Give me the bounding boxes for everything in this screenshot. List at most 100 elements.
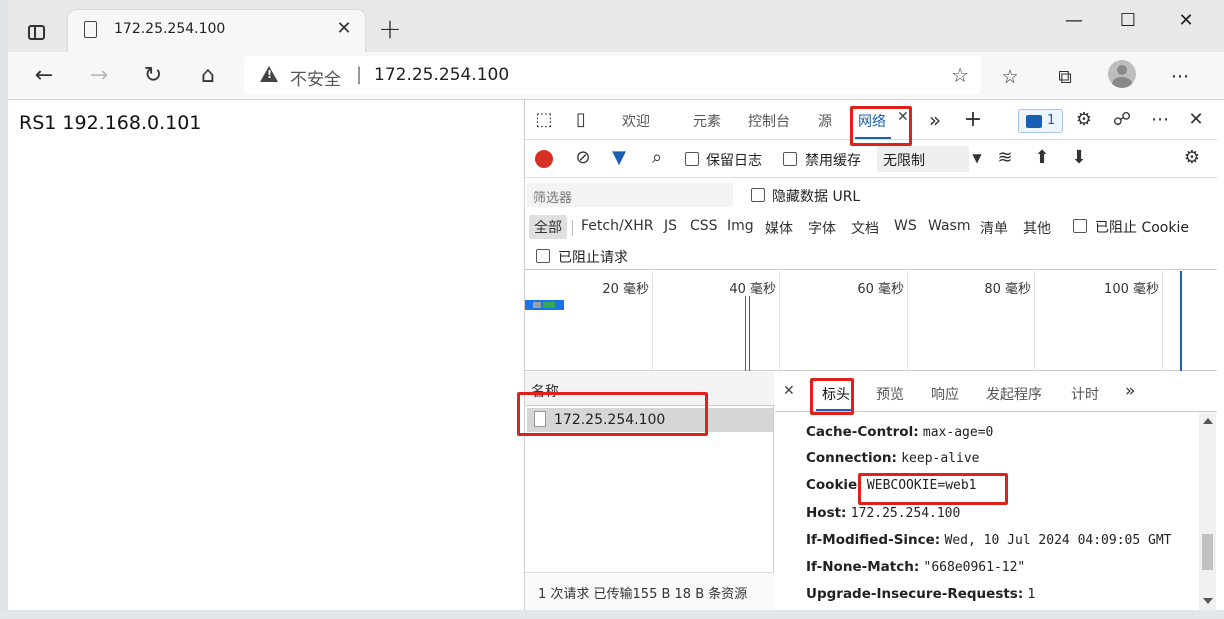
header-value: max-age=0	[922, 425, 994, 440]
tick-label: 100 毫秒	[1104, 282, 1159, 297]
preserve-log-checkbox[interactable]	[685, 152, 699, 166]
blocked-cookies-label: 已阻止 Cookie	[1095, 220, 1189, 236]
network-settings-icon[interactable]: ⚙	[1179, 146, 1205, 170]
tab-elements[interactable]: 元素	[693, 111, 721, 131]
resource-type-filters: 全部 Fetch/XHR JS CSS Img 媒体 字体 文档 WS Wasm…	[525, 212, 1217, 242]
home-icon[interactable]: ⌂	[192, 61, 224, 91]
load-event-marker	[745, 296, 746, 371]
tick-label: 80 毫秒	[984, 282, 1031, 297]
header-key: Connection:	[806, 450, 897, 466]
disable-cache-label: 禁用缓存	[805, 153, 861, 169]
request-list-header[interactable]: 名称	[525, 372, 774, 406]
security-label[interactable]: 不安全	[290, 65, 341, 90]
type-filter-wasm[interactable]: Wasm	[928, 218, 970, 234]
tab-network[interactable]: 网络	[858, 111, 886, 131]
tab-initiator[interactable]: 发起程序	[986, 384, 1042, 404]
table-row[interactable]: 172.25.254.100	[527, 408, 773, 432]
search-icon[interactable]: ⌕	[644, 146, 670, 170]
clear-icon[interactable]: ⊘	[570, 146, 596, 170]
tick-gridline	[779, 271, 780, 371]
import-har-icon[interactable]: ⬆	[1029, 146, 1055, 170]
maximize-button[interactable]: ☐	[1108, 6, 1148, 36]
tick-gridline	[1162, 271, 1163, 371]
url-text[interactable]: 172.25.254.100	[374, 65, 509, 85]
tick-label: 60 毫秒	[857, 282, 904, 297]
tab-welcome[interactable]: 欢迎	[622, 111, 650, 131]
tab-preview[interactable]: 预览	[876, 384, 904, 404]
record-icon[interactable]	[535, 150, 553, 168]
scroll-thumb[interactable]	[1202, 534, 1213, 570]
minimize-button[interactable]: —	[1054, 6, 1094, 36]
tab-timing[interactable]: 计时	[1071, 384, 1099, 404]
filter-icon[interactable]: ▼	[606, 146, 632, 170]
headers-scrollbar[interactable]	[1199, 412, 1216, 610]
type-filter-img[interactable]: Img	[727, 218, 754, 234]
back-icon[interactable]: ←	[28, 61, 60, 91]
type-filter-js[interactable]: JS	[664, 218, 677, 234]
type-filter-ws[interactable]: WS	[894, 218, 917, 234]
tab-console[interactable]: 控制台	[748, 111, 790, 131]
name-column-header: 名称	[531, 384, 559, 400]
tab-title: 172.25.254.100	[114, 21, 226, 37]
network-conditions-icon[interactable]: ≋	[992, 146, 1018, 170]
header-key: Upgrade-Insecure-Requests:	[806, 586, 1024, 602]
add-tab-icon[interactable]: +	[960, 108, 986, 132]
profile-avatar[interactable]	[1108, 60, 1136, 88]
favorites-icon[interactable]: ☆	[996, 64, 1024, 90]
tab-close-icon[interactable]: ✕	[333, 18, 355, 40]
device-emulation-icon[interactable]: ▯	[568, 108, 594, 132]
header-key: If-None-Match:	[806, 559, 920, 575]
add-favorite-icon[interactable]: ☆	[951, 63, 969, 87]
throttle-dropdown-icon[interactable]: ▼	[964, 146, 990, 170]
refresh-icon[interactable]: ↻	[137, 61, 169, 91]
address-bar[interactable]: 不安全 | 172.25.254.100 ☆	[244, 56, 981, 94]
warning-icon[interactable]	[260, 66, 278, 82]
page-icon	[84, 21, 97, 38]
type-filter-manifest[interactable]: 清单	[980, 218, 1008, 238]
more-options-icon[interactable]: ⋯	[1147, 108, 1173, 132]
tab-actions-menu-icon[interactable]	[22, 18, 50, 46]
timeline-overview[interactable]: 20 毫秒 40 毫秒 60 毫秒 80 毫秒 100 毫秒	[525, 271, 1217, 371]
new-tab-button[interactable]: +	[376, 15, 404, 44]
type-filter-media[interactable]: 媒体	[765, 218, 793, 238]
more-menu-icon[interactable]: ···	[1166, 64, 1194, 90]
disable-cache-checkbox[interactable]	[783, 152, 797, 166]
type-filter-css[interactable]: CSS	[690, 218, 718, 234]
preserve-log-label: 保留日志	[706, 153, 762, 169]
hide-data-urls-checkbox[interactable]	[751, 188, 765, 202]
tick-label: 40 毫秒	[729, 282, 776, 297]
blocked-cookies-checkbox[interactable]	[1073, 219, 1087, 233]
scroll-up-icon[interactable]	[1203, 418, 1213, 424]
connected-devices-icon[interactable]: ☍	[1109, 108, 1135, 132]
tab-sources[interactable]: 源	[818, 111, 832, 131]
close-detail-icon[interactable]: ✕	[783, 383, 795, 399]
type-filter-fetch-xhr[interactable]: Fetch/XHR	[581, 218, 654, 234]
blocked-requests-checkbox[interactable]	[536, 249, 550, 263]
type-filter-all[interactable]: 全部	[529, 215, 567, 239]
more-detail-tabs-icon[interactable]: »	[1125, 381, 1135, 401]
type-filter-font[interactable]: 字体	[808, 218, 836, 238]
scroll-down-icon[interactable]	[1203, 598, 1213, 604]
settings-gear-icon[interactable]: ⚙	[1071, 108, 1097, 132]
header-value: 1	[1027, 587, 1036, 602]
close-window-button[interactable]: ✕	[1166, 6, 1206, 36]
type-filter-other[interactable]: 其他	[1023, 218, 1051, 238]
more-tabs-icon[interactable]: »	[922, 108, 948, 132]
header-row: Connection: keep-alive	[806, 450, 980, 466]
throttle-select[interactable]: 无限制	[877, 146, 969, 172]
filter-input[interactable]: 筛选器	[527, 183, 733, 207]
tab-response[interactable]: 响应	[931, 384, 959, 404]
close-devtools-icon[interactable]: ✕	[1183, 108, 1209, 132]
type-filter-doc[interactable]: 文档	[851, 218, 879, 238]
collections-icon[interactable]: ⧉	[1051, 64, 1079, 90]
active-tab-indicator	[855, 137, 891, 139]
inspect-element-icon[interactable]: ⬚	[531, 108, 557, 132]
browser-tab[interactable]: 172.25.254.100 ✕	[68, 10, 365, 52]
close-network-tab-icon[interactable]: ✕	[897, 109, 909, 125]
issues-badge[interactable]: 1	[1018, 109, 1063, 133]
forward-icon[interactable]: →	[83, 61, 115, 91]
address-separator: |	[356, 64, 363, 85]
tab-headers[interactable]: 标头	[822, 384, 850, 404]
devtools-tab-bar: ⬚ ▯ 欢迎 元素 控制台 源 网络 ✕ » + 1 ⚙ ☍ ⋯ ✕	[525, 100, 1217, 140]
export-har-icon[interactable]: ⬇	[1066, 146, 1092, 170]
